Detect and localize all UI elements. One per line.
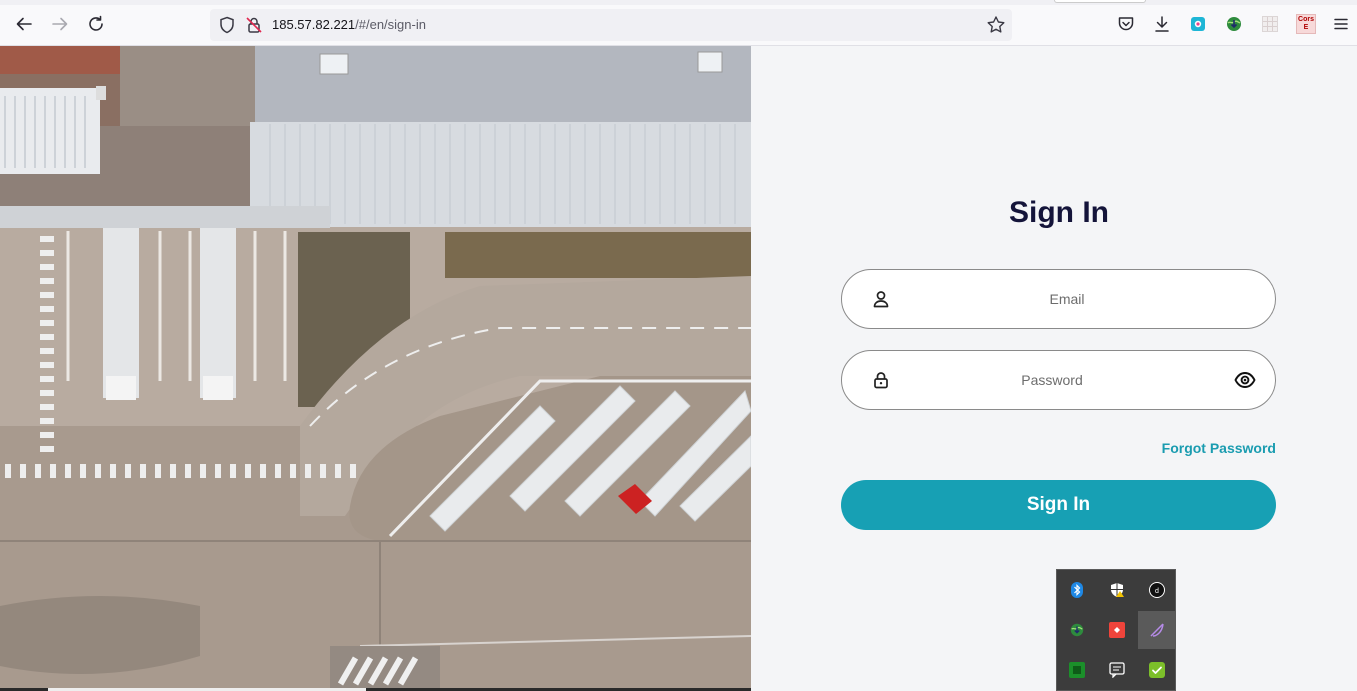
back-button[interactable] bbox=[14, 14, 34, 34]
tab-stub[interactable] bbox=[1054, 0, 1146, 3]
email-field[interactable] bbox=[841, 269, 1276, 329]
check-badge-icon bbox=[1149, 662, 1165, 678]
green-square-icon bbox=[1069, 662, 1085, 678]
shield-icon[interactable] bbox=[218, 16, 236, 39]
lock-slash-icon[interactable] bbox=[245, 16, 263, 39]
globe-download-icon bbox=[1070, 623, 1084, 637]
reload-button[interactable] bbox=[86, 14, 106, 34]
cors-label-bottom: E bbox=[1303, 24, 1309, 31]
pocket-icon bbox=[1118, 17, 1134, 31]
forward-button[interactable] bbox=[50, 14, 70, 34]
star-icon[interactable] bbox=[986, 15, 1006, 40]
remote-desktop-icon bbox=[1109, 622, 1125, 638]
pocket-button[interactable] bbox=[1117, 15, 1135, 33]
system-tray-overflow: d bbox=[1056, 569, 1176, 691]
signin-panel: Sign In Forgot Password Sign In bbox=[751, 46, 1357, 691]
tray-download-manager[interactable] bbox=[1058, 611, 1096, 649]
hamburger-icon bbox=[1334, 18, 1348, 30]
user-icon bbox=[870, 288, 892, 310]
reload-icon bbox=[89, 15, 103, 31]
eye-icon[interactable] bbox=[1233, 368, 1257, 392]
arrow-right-icon bbox=[52, 17, 68, 31]
feather-icon bbox=[1150, 623, 1164, 637]
globe-download-icon bbox=[1227, 17, 1241, 31]
tray-anydesk[interactable] bbox=[1098, 611, 1136, 649]
email-input[interactable] bbox=[902, 280, 1232, 318]
hero-image bbox=[0, 46, 751, 691]
chat-bubble-icon bbox=[1109, 662, 1125, 678]
sign-in-button[interactable]: Sign In bbox=[841, 480, 1276, 530]
url-path: /#/en/sign-in bbox=[355, 17, 426, 32]
tray-green-app[interactable] bbox=[1058, 651, 1096, 689]
downloads-button[interactable] bbox=[1153, 15, 1171, 33]
password-field[interactable] bbox=[841, 350, 1276, 410]
extension-screenshot-button[interactable] bbox=[1189, 15, 1207, 33]
padlock-icon bbox=[870, 369, 892, 391]
extension-cors-button[interactable]: Cors E bbox=[1296, 14, 1316, 34]
password-input[interactable] bbox=[902, 361, 1202, 399]
tray-feather[interactable] bbox=[1138, 611, 1176, 649]
extension-globe-button[interactable] bbox=[1225, 15, 1243, 33]
url-bar[interactable]: 185.57.82.221/#/en/sign-in bbox=[210, 9, 1012, 41]
extension-grid-button[interactable] bbox=[1261, 15, 1279, 33]
warehouse-aerial-illustration bbox=[0, 46, 751, 691]
svg-text:d: d bbox=[1155, 588, 1159, 595]
tray-app-circle[interactable]: d bbox=[1138, 571, 1176, 609]
tray-chat[interactable] bbox=[1098, 651, 1136, 689]
page-title: Sign In bbox=[1009, 196, 1109, 229]
extension-square-icon bbox=[1191, 17, 1205, 31]
download-icon bbox=[1155, 16, 1169, 32]
menu-button[interactable] bbox=[1332, 15, 1350, 33]
url-host: 185.57.82.221 bbox=[272, 17, 356, 32]
arrow-left-icon bbox=[16, 17, 32, 31]
forgot-password-link[interactable]: Forgot Password bbox=[1162, 440, 1276, 456]
tray-security[interactable] bbox=[1098, 571, 1136, 609]
tray-bluetooth[interactable] bbox=[1058, 571, 1096, 609]
tab-strip bbox=[0, 0, 1357, 5]
bluetooth-icon bbox=[1071, 582, 1083, 598]
grid-icon bbox=[1262, 16, 1278, 32]
cors-label-top: Cors bbox=[1298, 16, 1314, 23]
shield-warning-icon bbox=[1111, 583, 1124, 597]
browser-toolbar: 185.57.82.221/#/en/sign-in Cors E bbox=[0, 0, 1357, 46]
tray-check[interactable] bbox=[1138, 651, 1176, 689]
circle-logo-icon: d bbox=[1149, 582, 1165, 598]
url-text[interactable]: 185.57.82.221/#/en/sign-in bbox=[272, 17, 426, 32]
